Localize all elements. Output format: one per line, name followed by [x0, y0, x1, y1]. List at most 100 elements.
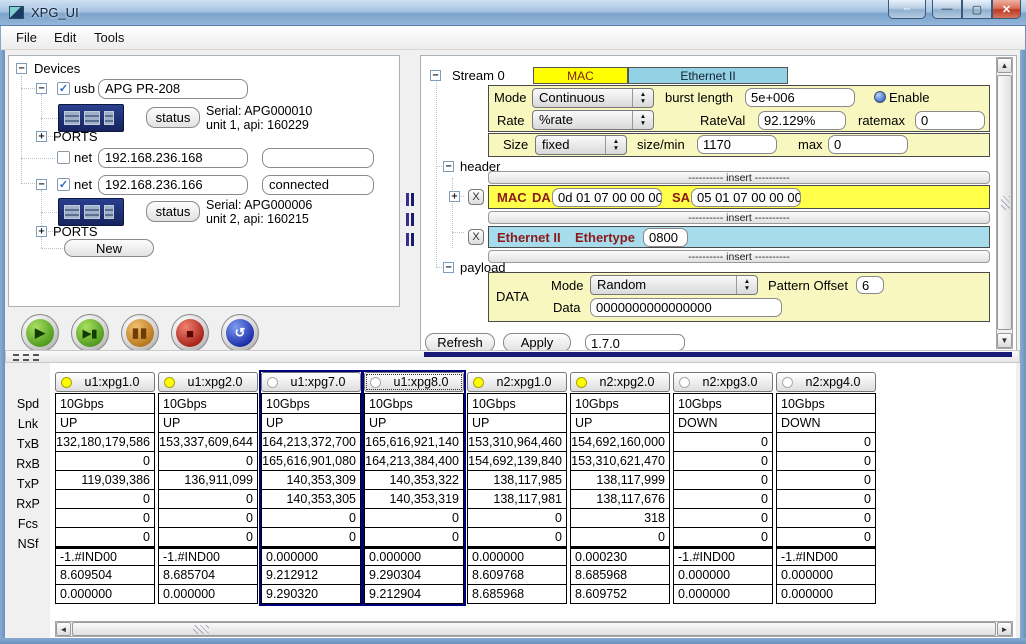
tab-ethernet[interactable]: Ethernet II: [628, 67, 788, 84]
burst-length-field[interactable]: 5e+006: [745, 88, 855, 107]
net2-label: net: [74, 177, 92, 192]
menu-edit[interactable]: Edit: [54, 30, 76, 45]
mac-remove-button[interactable]: X: [468, 189, 484, 205]
stat-column-values: 10GbpsUP154,692,160,000153,310,621,47013…: [570, 393, 670, 604]
max-field[interactable]: 0: [828, 135, 908, 154]
scroll-down-button[interactable]: ▼: [997, 333, 1012, 348]
enable-radio[interactable]: [874, 91, 886, 103]
net1-state-field[interactable]: [262, 148, 374, 168]
usb-collapse-toggle[interactable]: −: [36, 83, 47, 94]
stat-column-header[interactable]: n2:xpg1.0: [467, 372, 567, 392]
pattern-offset-field[interactable]: 6: [856, 276, 884, 294]
ratemax-field[interactable]: 0: [915, 111, 985, 130]
stat-cell: 0: [56, 527, 154, 546]
stream-vscrollbar[interactable]: ▲ ▼: [996, 57, 1013, 349]
scroll-right-button[interactable]: ►: [997, 622, 1012, 636]
insert-bar[interactable]: ---------- insert ----------: [488, 250, 990, 263]
play-button[interactable]: ▶: [21, 314, 59, 352]
close-button[interactable]: ✕: [992, 0, 1021, 19]
net2-state-field[interactable]: connected: [262, 175, 374, 195]
port-name: n2:xpg4.0: [799, 375, 875, 389]
usb-status-button[interactable]: status: [146, 107, 200, 128]
net2-checkbox[interactable]: ✓: [57, 178, 70, 191]
ethernet-remove-button[interactable]: X: [468, 229, 484, 245]
rateval-field[interactable]: 92.129%: [758, 111, 846, 130]
devices-collapse-toggle[interactable]: −: [16, 63, 27, 74]
mac-expand-toggle[interactable]: +: [449, 191, 460, 202]
stat-cell: 0: [468, 527, 566, 546]
scroll-left-button[interactable]: ◄: [56, 622, 71, 636]
stat-column-header[interactable]: n2:xpg4.0: [776, 372, 876, 392]
stat-cell: 0: [159, 451, 257, 470]
port-name: n2:xpg3.0: [696, 375, 772, 389]
net1-address-field[interactable]: 192.168.236.168: [98, 148, 248, 168]
net2-address-field[interactable]: 192.168.236.166: [98, 175, 248, 195]
step-button[interactable]: ▶▮: [71, 314, 109, 352]
usb-unit-text: unit 1, api: 160229: [206, 118, 309, 132]
resize-button[interactable]: ⇔: [888, 0, 926, 19]
mac-sa-field[interactable]: 05 01 07 00 00 00: [691, 188, 801, 207]
data-field[interactable]: 0000000000000000: [590, 298, 782, 317]
net2-status-button[interactable]: status: [146, 201, 200, 222]
header-collapse-toggle[interactable]: −: [443, 161, 454, 172]
stat-cell: 8.685704: [159, 565, 257, 584]
titlebar[interactable]: [0, 0, 1026, 26]
mac-da-label: DA: [532, 190, 551, 205]
stat-cell: 132,180,179,586: [56, 432, 154, 451]
usb-name-field[interactable]: APG PR-208: [98, 79, 248, 99]
stat-column-header[interactable]: u1:xpg2.0: [158, 372, 258, 392]
spinner-icon[interactable]: ▲▼: [632, 111, 653, 129]
net2-collapse-toggle[interactable]: −: [36, 179, 47, 190]
hscroll-thumb[interactable]: [72, 622, 996, 636]
size-combo[interactable]: fixed ▲▼: [535, 135, 627, 155]
port-name: u1:xpg7.0: [284, 375, 360, 389]
stat-column-header[interactable]: n2:xpg2.0: [570, 372, 670, 392]
ethertype-field[interactable]: 0800: [643, 228, 688, 247]
vscroll-thumb[interactable]: [997, 75, 1012, 330]
usb-ports-expand-toggle[interactable]: +: [36, 131, 47, 142]
spinner-icon[interactable]: ▲▼: [632, 89, 653, 107]
mac-da-field[interactable]: 0d 01 07 00 00 00: [552, 188, 662, 207]
sizemin-field[interactable]: 1170: [697, 135, 777, 154]
stat-row-label: TxB: [8, 434, 48, 454]
rate-combo[interactable]: %rate ▲▼: [532, 110, 654, 130]
net2-ports-expand-toggle[interactable]: +: [36, 226, 47, 237]
version-field[interactable]: 1.7.0: [585, 334, 685, 351]
tab-mac[interactable]: MAC: [533, 67, 628, 84]
net1-checkbox[interactable]: [57, 151, 70, 164]
stat-column-header[interactable]: n2:xpg3.0: [673, 372, 773, 392]
restart-button[interactable]: ↺: [221, 314, 259, 352]
stat-column-header[interactable]: u1:xpg8.0: [364, 372, 464, 392]
menu-bar: [1, 26, 1025, 50]
stop-button[interactable]: ■: [171, 314, 209, 352]
maximize-button[interactable]: ▢: [962, 0, 992, 19]
stat-cell: DOWN: [674, 413, 772, 432]
menu-tools[interactable]: Tools: [94, 30, 124, 45]
stat-cell: 140,353,305: [262, 489, 360, 508]
usb-checkbox[interactable]: ✓: [57, 82, 70, 95]
scroll-up-button[interactable]: ▲: [997, 58, 1012, 73]
payload-collapse-toggle[interactable]: −: [443, 262, 454, 273]
spinner-icon[interactable]: ▲▼: [736, 276, 757, 294]
data-section-label: DATA: [496, 289, 529, 304]
scroll-left-icon: ◄: [60, 625, 68, 634]
minimize-button[interactable]: —: [932, 0, 962, 19]
mode-combo[interactable]: Continuous ▲▼: [532, 88, 654, 108]
insert-bar[interactable]: ---------- insert ----------: [488, 211, 990, 224]
stat-cell: 0: [159, 508, 257, 527]
stream-collapse-toggle[interactable]: −: [430, 70, 441, 81]
pause-button[interactable]: ▮▮: [121, 314, 159, 352]
spinner-icon[interactable]: ▲▼: [605, 136, 626, 154]
new-device-button[interactable]: New: [64, 239, 154, 257]
vertical-splitter[interactable]: [402, 55, 418, 350]
window-border-right: [1020, 26, 1026, 644]
stat-column-header[interactable]: u1:xpg7.0: [261, 372, 361, 392]
menu-file[interactable]: File: [16, 30, 37, 45]
insert-bar[interactable]: ---------- insert ----------: [488, 171, 990, 184]
tree-line: [41, 212, 57, 213]
payload-mode-combo[interactable]: Random ▲▼: [590, 275, 758, 295]
stat-row-label: TxP: [8, 474, 48, 494]
stat-cell: 0.000000: [777, 565, 875, 584]
stat-column-header[interactable]: u1:xpg1.0: [55, 372, 155, 392]
stats-hscrollbar[interactable]: ◄ ►: [55, 621, 1013, 637]
